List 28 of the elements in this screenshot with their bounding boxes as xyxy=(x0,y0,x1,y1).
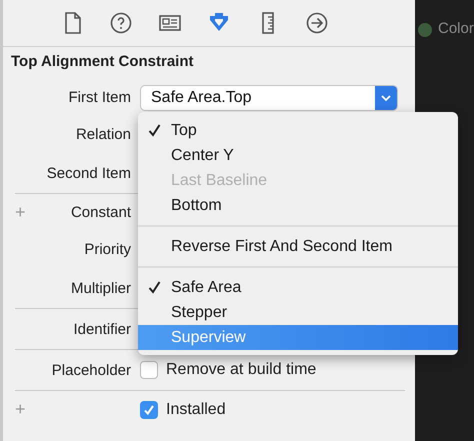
menu-item[interactable]: Bottom xyxy=(138,193,458,218)
section-title: Top Alignment Constraint xyxy=(10,52,194,72)
menu-item[interactable]: Safe Area xyxy=(138,275,458,300)
field-label: Placeholder xyxy=(52,362,131,378)
help-icon xyxy=(108,11,132,35)
arrow-circle-icon xyxy=(304,11,328,35)
menu-item[interactable]: Top xyxy=(138,118,458,143)
field-label: Second Item xyxy=(46,164,131,182)
chevron-down-icon xyxy=(380,94,392,102)
checkbox-label: Remove at build time xyxy=(166,361,316,379)
checkbox[interactable] xyxy=(140,361,158,379)
inspector-tab[interactable] xyxy=(108,10,133,36)
field-label: First Item xyxy=(68,89,131,106)
menu-item[interactable]: Stepper xyxy=(138,300,458,325)
color-label: Color xyxy=(438,20,474,37)
field-label: Constant xyxy=(70,204,131,221)
menu-item[interactable]: Reverse First And Second Item xyxy=(138,234,458,259)
inspector-tab[interactable] xyxy=(304,10,329,36)
checkmark-icon xyxy=(143,404,155,416)
field-label: Relation xyxy=(76,126,131,143)
popup-button[interactable]: Safe Area.Top xyxy=(140,84,398,110)
checkbox[interactable] xyxy=(140,400,158,418)
color-icon xyxy=(418,23,432,37)
menu-item[interactable]: Center Y xyxy=(138,143,458,168)
field-label: Identifier xyxy=(73,320,131,338)
field-label: Priority xyxy=(84,241,131,258)
field-label: Multiplier xyxy=(70,280,131,296)
checkbox-label: Installed xyxy=(166,400,226,418)
